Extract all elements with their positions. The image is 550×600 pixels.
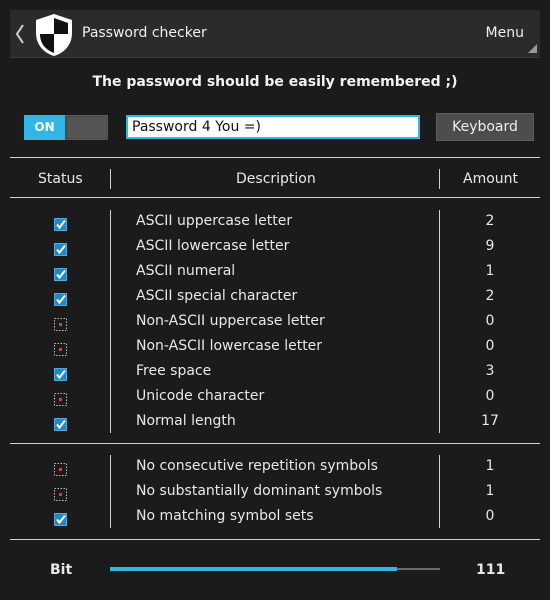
table-row: Free space 3: [0, 363, 550, 388]
column-header-description: Description: [236, 171, 316, 187]
row-description: Free space: [136, 363, 212, 379]
app-title: Password checker: [82, 25, 207, 41]
action-bar: Password checker Menu: [10, 10, 540, 58]
row-description: Non-ASCII uppercase letter: [136, 313, 325, 329]
row-description: ASCII numeral: [136, 263, 236, 279]
divider-middle: [10, 443, 540, 444]
table-row: ASCII lowercase letter 9: [0, 238, 550, 263]
check-pass-icon: [54, 418, 67, 431]
row-description: No matching symbol sets: [136, 508, 314, 524]
check-pass-icon: [54, 368, 67, 381]
shield-app-icon: [36, 14, 72, 56]
check-pass-icon: [54, 218, 67, 231]
hint-text: The password should be easily remembered…: [92, 74, 458, 90]
row-description: No consecutive repetition symbols: [136, 458, 378, 474]
on-off-toggle[interactable]: ON: [24, 115, 108, 140]
check-pass-icon: [54, 243, 67, 256]
row-description: Non-ASCII lowercase letter: [136, 338, 323, 354]
back-chevron-icon[interactable]: [14, 23, 26, 45]
check-fail-icon: [54, 343, 67, 356]
row-amount: 0: [485, 388, 495, 404]
row-description: No substantially dominant symbols: [136, 483, 383, 499]
row-description: ASCII special character: [136, 288, 298, 304]
check-fail-icon: [54, 463, 67, 476]
row-amount: 3: [485, 363, 495, 379]
table-row: Non-ASCII uppercase letter 0: [0, 313, 550, 338]
strength-bar: [110, 567, 440, 571]
header-separator: [110, 169, 111, 189]
table-row: Normal length 17: [0, 413, 550, 438]
table-row: ASCII special character 2: [0, 288, 550, 313]
strength-bar-fill: [110, 567, 398, 571]
row-amount: 1: [485, 483, 495, 499]
row-amount: 0: [485, 313, 495, 329]
row-amount: 0: [485, 508, 495, 524]
row-amount: 2: [485, 288, 495, 304]
check-pass-icon: [54, 268, 67, 281]
table-row: No matching symbol sets 0: [0, 508, 550, 533]
divider-header: [10, 197, 540, 198]
header-separator: [439, 169, 440, 189]
row-description: ASCII uppercase letter: [136, 213, 293, 229]
check-fail-icon: [54, 318, 67, 331]
table-row: No consecutive repetition symbols 1: [0, 458, 550, 483]
table-row: Non-ASCII lowercase letter 0: [0, 338, 550, 363]
divider-top: [10, 157, 540, 158]
row-amount: 0: [485, 338, 495, 354]
column-header-amount: Amount: [463, 171, 519, 187]
table-row: ASCII numeral 1: [0, 263, 550, 288]
row-amount: 1: [485, 458, 495, 474]
check-fail-icon: [54, 488, 67, 501]
row-description: Unicode character: [136, 388, 265, 404]
row-amount: 9: [485, 238, 495, 254]
menu-button[interactable]: Menu: [486, 25, 524, 41]
row-amount: 17: [481, 413, 499, 429]
toggle-on-label: ON: [24, 115, 65, 140]
keyboard-button[interactable]: Keyboard: [436, 113, 534, 141]
column-header-status: Status: [38, 171, 83, 187]
strength-label: Bit: [50, 562, 73, 578]
row-description: Normal length: [136, 413, 236, 429]
row-description: ASCII lowercase letter: [136, 238, 290, 254]
table-row: No substantially dominant symbols 1: [0, 483, 550, 508]
toggle-thumb: [67, 117, 106, 138]
check-fail-icon: [54, 393, 67, 406]
password-input[interactable]: [126, 115, 420, 139]
row-amount: 1: [485, 263, 495, 279]
strength-value: 111: [476, 562, 506, 578]
table-row: ASCII uppercase letter 2: [0, 213, 550, 238]
check-pass-icon: [54, 513, 67, 526]
divider-bottom: [10, 539, 540, 540]
overflow-corner-icon: [528, 44, 537, 53]
row-amount: 2: [485, 213, 495, 229]
check-pass-icon: [54, 293, 67, 306]
table-row: Unicode character 0: [0, 388, 550, 413]
